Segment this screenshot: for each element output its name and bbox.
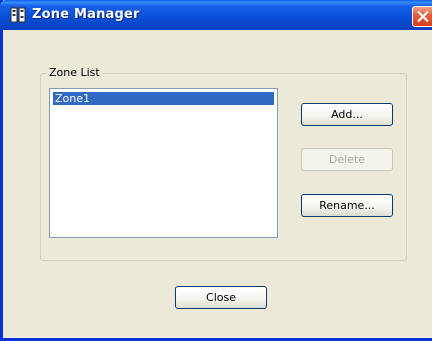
delete-button-label: Delete — [328, 153, 366, 166]
rename-button[interactable]: Rename... — [301, 194, 393, 217]
list-item[interactable]: Zone1 — [53, 92, 274, 105]
add-button-label: Add... — [331, 108, 363, 121]
window-close-button[interactable] — [412, 6, 432, 27]
close-icon — [417, 10, 429, 23]
zone-list[interactable]: Zone1 — [49, 88, 278, 238]
zone-manager-window: Zone Manager Zone List Zone1 Add... Dele… — [0, 0, 432, 341]
app-icon — [10, 7, 26, 23]
delete-button[interactable]: Delete — [301, 148, 393, 171]
add-button[interactable]: Add... — [301, 103, 393, 126]
close-button-label: Close — [206, 291, 236, 304]
title-bar[interactable]: Zone Manager — [0, 0, 432, 30]
rename-button-label: Rename... — [319, 199, 375, 212]
zone-list-label: Zone List — [46, 66, 103, 79]
window-title: Zone Manager — [32, 7, 140, 22]
close-button[interactable]: Close — [175, 286, 267, 309]
